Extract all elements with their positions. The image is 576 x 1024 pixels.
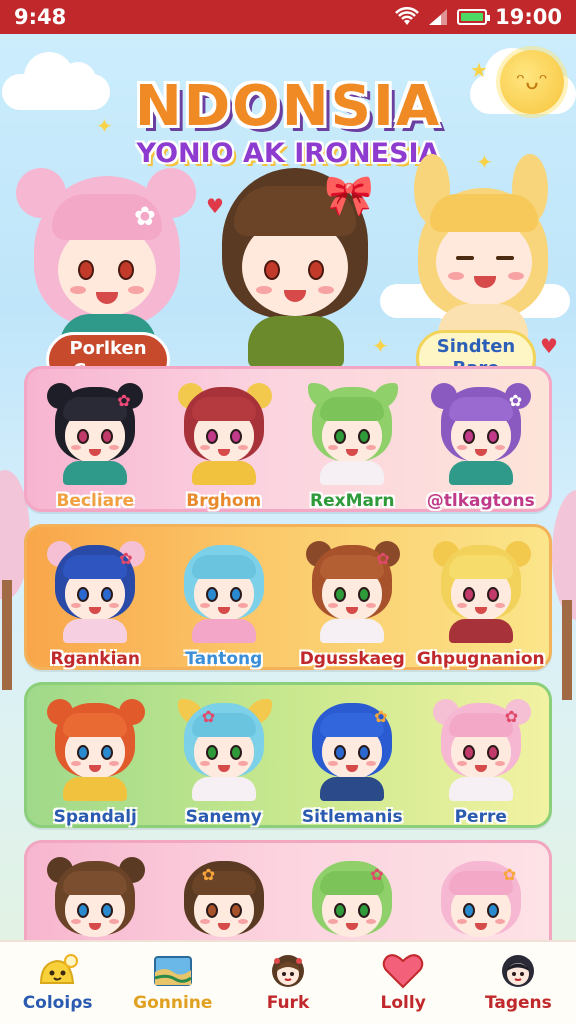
flower-icon: ✿ — [502, 865, 517, 884]
character-name: RexMarn — [310, 491, 395, 511]
avatar-icon — [497, 953, 539, 989]
slime-chat-icon — [37, 953, 79, 989]
character-row: Spandalj ✿ Sanemy ✿ Sitlemanis ✿ Perre — [24, 682, 552, 828]
character-card[interactable]: ✿ Sanemy — [162, 693, 286, 827]
nav-label: Gonnine — [133, 993, 213, 1013]
character-card[interactable]: Brghom — [162, 377, 286, 511]
nav-label: Lolly — [380, 993, 426, 1013]
flower-icon: ✿ — [504, 707, 519, 726]
flower-icon: ✿ — [508, 391, 523, 410]
nav-item-lolly[interactable]: Lolly — [348, 944, 458, 1022]
character-name: Sitlemanis — [301, 807, 403, 827]
character-name: Ghpugnanion — [416, 649, 545, 669]
character-name: Spandalj — [53, 807, 137, 827]
hero-banner: ᵔᴗᵔ ✦ ★ ✦ ✦ ♥ ♥ NDONSIA YONIO AK IRONESI… — [0, 34, 576, 374]
character-card[interactable]: Ghpugnanion — [417, 535, 545, 669]
character-card[interactable]: ✿ @tlkagtons — [419, 377, 543, 511]
flower-icon: ✿ — [201, 865, 216, 884]
hero-button-right-line1: Sindten — [436, 336, 516, 357]
hero-character-brown: 🎀 — [220, 168, 374, 368]
sparkle-icon: ✦ — [372, 334, 389, 358]
nav-item-gonnine[interactable]: Gonnine — [118, 944, 228, 1022]
character-name: @tlkagtons — [426, 491, 535, 511]
hero-character-bunny — [408, 154, 558, 344]
signal-icon — [429, 9, 448, 25]
nav-label: Furk — [266, 993, 310, 1013]
character-name: Rgankian — [50, 649, 141, 669]
character-card[interactable]: Tantong — [162, 535, 286, 669]
character-name: Sanemy — [185, 807, 262, 827]
character-card[interactable]: ✿ Rgankian — [33, 535, 157, 669]
flower-icon: ✿ — [201, 707, 216, 726]
bow-icon: 🎀 — [324, 173, 374, 219]
flower-icon: ✿ — [370, 865, 384, 884]
app-title: NDONSIA — [134, 74, 442, 139]
battery-icon — [457, 9, 491, 25]
nav-item-coloips[interactable]: Coloiρs — [3, 944, 113, 1022]
nav-item-tagens[interactable]: Tagens — [463, 944, 573, 1022]
tree-trunk-decoration — [2, 580, 12, 690]
flower-icon: ✿ — [374, 707, 388, 726]
nav-label: Tagens — [484, 993, 552, 1013]
character-card[interactable]: ✿ Perre — [419, 693, 543, 827]
character-name: Tantong — [185, 649, 263, 669]
bottom-nav: Coloiρs Gonnine Furk Lolly Tagens — [0, 940, 576, 1024]
character-row: ✿ Becliare Brghom RexMarn ✿ @tlkagtons — [24, 366, 552, 512]
character-name: Brghom — [186, 491, 262, 511]
wifi-icon — [395, 7, 420, 25]
avatar-icon — [267, 953, 309, 989]
character-card[interactable]: Spandalj — [33, 693, 157, 827]
character-card[interactable]: ✿ Sitlemanis — [290, 693, 414, 827]
character-card[interactable]: RexMarn — [290, 377, 414, 511]
status-clock: 19:00 — [495, 5, 562, 29]
hero-button-left-line1: Porlken — [69, 338, 147, 359]
character-grid: ✿ Becliare Brghom RexMarn ✿ @tlkagtons ✿… — [24, 366, 552, 986]
flower-icon: ✿ — [376, 549, 390, 568]
status-indicators: 19:00 — [395, 5, 562, 29]
character-card[interactable]: ✿ Becliare — [33, 377, 157, 511]
flower-icon: ✿ — [134, 202, 156, 232]
tree-trunk-decoration — [562, 600, 572, 700]
heart-icon — [382, 953, 424, 989]
character-card[interactable]: ✿ Dgusskaeg — [290, 535, 414, 669]
nav-label: Coloiρs — [22, 993, 93, 1013]
character-row: ✿ Rgankian Tantong ✿ Dgusskaeg Ghpugnani… — [24, 524, 552, 670]
nav-item-furk[interactable]: Furk — [233, 944, 343, 1022]
character-name: Becliare — [56, 491, 135, 511]
flower-icon: ✿ — [119, 549, 133, 568]
status-bar: 9:48 19:00 — [0, 0, 576, 34]
status-time: 9:48 — [14, 5, 67, 29]
character-name: Perre — [454, 807, 507, 827]
map-icon — [152, 953, 194, 989]
character-name: Dgusskaeg — [299, 649, 405, 669]
flower-icon: ✿ — [117, 391, 131, 410]
